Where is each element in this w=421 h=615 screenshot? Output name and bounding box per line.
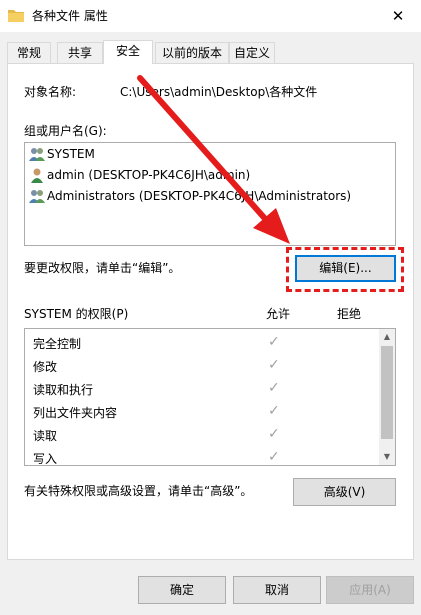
user-name: admin (DESKTOP-PK4C6JH\admin) — [47, 168, 251, 182]
apply-button[interactable]: 应用(A) — [326, 576, 414, 604]
permissions-scrollbar[interactable]: ▲ ▼ — [379, 329, 395, 465]
permission-name: 列出文件夹内容 — [33, 406, 118, 420]
table-row: 写入 ✓ — [25, 446, 380, 469]
list-item[interactable]: SYSTEM — [29, 144, 95, 164]
user-group-icon — [29, 190, 45, 203]
deny-column-header: 拒绝 — [337, 307, 362, 321]
check-icon: ✓ — [268, 380, 280, 396]
user-group-icon — [29, 148, 45, 161]
permission-name: 读取和执行 — [33, 383, 94, 397]
close-button[interactable]: ✕ — [375, 0, 421, 32]
tab-sharing[interactable]: 共享 — [57, 42, 103, 63]
security-panel: 对象名称: C:\Users\admin\Desktop\各种文件 组或用户名(… — [7, 63, 414, 560]
scroll-thumb[interactable] — [381, 346, 393, 439]
tab-general[interactable]: 常规 — [7, 42, 51, 63]
allow-column-header: 允许 — [266, 307, 291, 321]
close-icon: ✕ — [391, 7, 405, 25]
groups-label: 组或用户名(G): — [24, 124, 107, 138]
table-row: 完全控制 ✓ — [25, 331, 380, 354]
table-row: 修改 ✓ — [25, 354, 380, 377]
window-title: 各种文件 属性 — [32, 9, 108, 23]
list-item[interactable]: admin (DESKTOP-PK4C6JH\admin) — [29, 165, 250, 185]
permissions-label: SYSTEM 的权限(P) — [24, 307, 129, 321]
check-icon: ✓ — [268, 334, 280, 350]
user-icon — [31, 168, 43, 183]
check-icon: ✓ — [268, 449, 280, 465]
permission-name: 修改 — [33, 360, 58, 374]
scroll-down-icon[interactable]: ▼ — [379, 449, 395, 465]
list-item[interactable]: Administrators (DESKTOP-PK4C6JH\Administ… — [29, 186, 351, 206]
check-icon: ✓ — [268, 426, 280, 442]
scroll-up-icon[interactable]: ▲ — [379, 329, 395, 345]
user-name: Administrators (DESKTOP-PK4C6JH\Administ… — [47, 189, 352, 203]
permission-name: 读取 — [33, 429, 58, 443]
object-name-value: C:\Users\admin\Desktop\各种文件 — [120, 85, 318, 99]
permission-name: 写入 — [33, 452, 58, 466]
ok-button[interactable]: 确定 — [138, 576, 226, 604]
permission-name: 完全控制 — [33, 337, 82, 351]
highlight-box — [286, 247, 404, 292]
user-name: SYSTEM — [47, 147, 95, 161]
tab-customize[interactable]: 自定义 — [229, 42, 275, 63]
table-row: 列出文件夹内容 ✓ — [25, 400, 380, 423]
check-icon: ✓ — [268, 403, 280, 419]
edit-hint: 要更改权限，请单击“编辑”。 — [24, 261, 181, 275]
tab-security[interactable]: 安全 — [103, 40, 153, 64]
table-row: 读取和执行 ✓ — [25, 377, 380, 400]
folder-icon — [8, 10, 24, 22]
cancel-button[interactable]: 取消 — [233, 576, 321, 604]
advanced-hint: 有关特殊权限或高级设置，请单击“高级”。 — [24, 484, 253, 498]
table-row: 读取 ✓ — [25, 423, 380, 446]
object-name-label: 对象名称: — [24, 85, 77, 99]
tab-previous-versions[interactable]: 以前的版本 — [155, 42, 229, 63]
check-icon: ✓ — [268, 357, 280, 373]
groups-list[interactable]: SYSTEM admin (DESKTOP-PK4C6JH\admin) Adm… — [24, 142, 396, 246]
title-bar: 各种文件 属性 ✕ — [0, 0, 421, 32]
permissions-list: 完全控制 ✓ 修改 ✓ 读取和执行 ✓ 列出文件夹内容 ✓ 读取 ✓ 写入 ✓ … — [24, 328, 396, 466]
advanced-button[interactable]: 高级(V) — [293, 478, 396, 506]
